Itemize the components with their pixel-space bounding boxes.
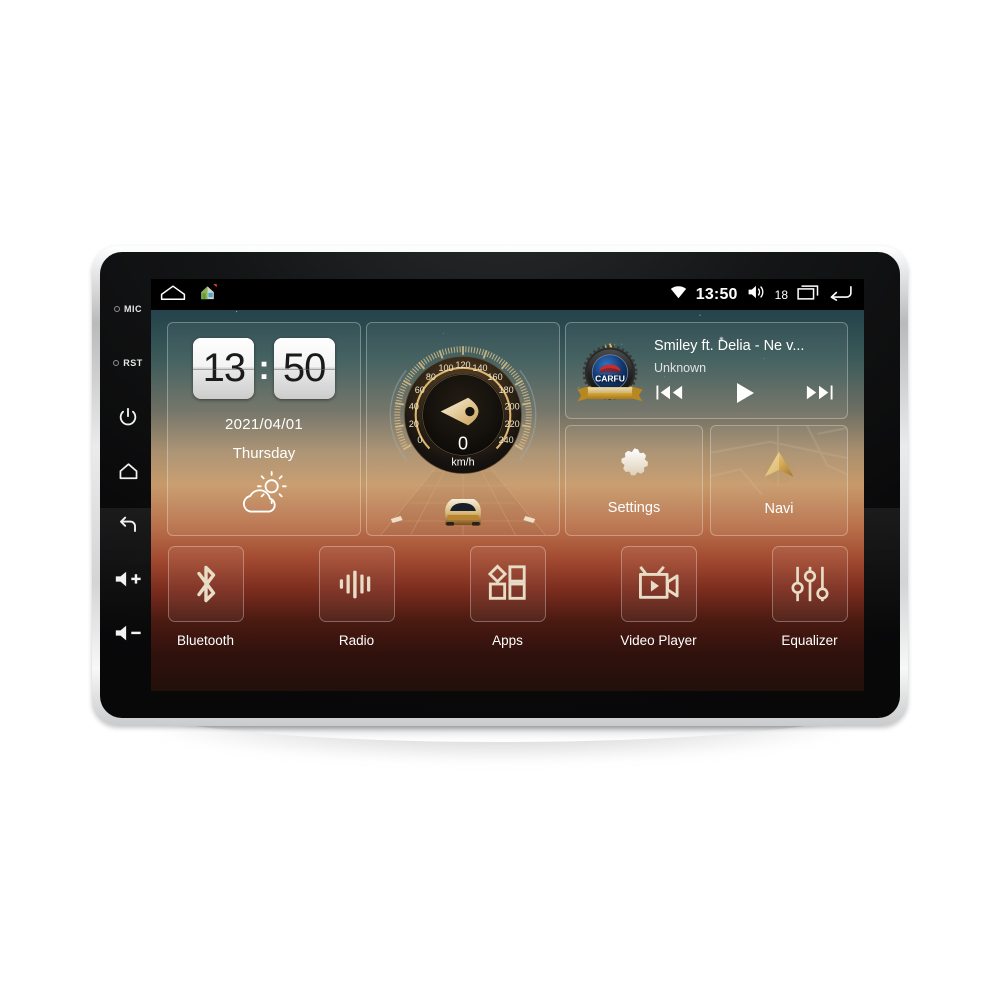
back-arrow-icon[interactable] <box>828 284 853 306</box>
arch-icon[interactable] <box>160 284 186 306</box>
carfu-logo-text: CARFU <box>595 373 625 383</box>
radio-waveform-icon <box>339 570 370 599</box>
dock-item-radio[interactable]: Radio <box>318 546 395 648</box>
reset-hole-dot <box>113 360 120 366</box>
status-time: 13:50 <box>695 285 738 303</box>
dock-label-bluetooth: Bluetooth <box>176 633 235 648</box>
settings-tile[interactable]: Settings <box>565 425 703 536</box>
svg-text:200: 200 <box>505 401 520 411</box>
reset-hole[interactable]: RST <box>104 336 152 390</box>
status-bar: 13:50 18 <box>151 279 864 310</box>
speed-unit: km/h <box>451 457 474 469</box>
navi-tile[interactable]: Navi <box>710 425 848 536</box>
next-track-button[interactable] <box>805 384 833 401</box>
lcd-screen: 13:50 18 13: 50 2021/04/01 Thursday 0 2… <box>151 279 864 691</box>
power-icon <box>119 407 137 426</box>
power-button[interactable] <box>104 390 152 444</box>
svg-text:120: 120 <box>455 360 470 370</box>
svg-text:160: 160 <box>488 372 503 382</box>
dock-icon-box <box>318 546 395 622</box>
flip-clock: 13 : 50 <box>168 338 360 399</box>
speedometer-widget[interactable]: 0 20 40 60 80 100 120 140 160 180 200 220 240 0 km/h <box>366 322 560 536</box>
back-icon <box>120 516 136 532</box>
device-front-panel: MIC RST 13:50 18 13: 50 2021/04/01 Thur… <box>100 252 900 718</box>
equalizer-sliders-icon <box>790 566 829 602</box>
clock-date: 2021/04/01 <box>224 416 304 433</box>
volume-icon[interactable] <box>747 284 766 305</box>
dock-icon-box <box>620 546 697 622</box>
track-artist: Unknown <box>654 360 707 375</box>
clock-minutes: 50 <box>273 338 335 399</box>
svg-text:100: 100 <box>438 363 453 373</box>
volume-down-icon <box>115 625 141 641</box>
dock-icon-box <box>771 546 848 622</box>
clock-widget[interactable]: 13 : 50 2021/04/01 Thursday <box>167 322 361 536</box>
recents-icon[interactable] <box>797 284 819 305</box>
wifi-icon <box>670 285 687 304</box>
track-title: Smiley ft. Delia - Ne v... <box>654 337 805 354</box>
weather-icon-wrap <box>168 471 360 515</box>
svg-text:0: 0 <box>417 435 422 445</box>
previous-track-button[interactable] <box>656 384 684 401</box>
playback-controls <box>654 382 839 404</box>
back-button[interactable] <box>104 498 152 552</box>
navi-tile-label: Navi <box>764 500 794 517</box>
clock-hours: 13 <box>193 338 255 399</box>
svg-text:180: 180 <box>499 385 514 395</box>
volume-up-icon <box>115 571 141 587</box>
mic-hole: MIC <box>104 282 152 336</box>
svg-text:40: 40 <box>409 401 419 411</box>
mic-label: MIC <box>124 304 142 314</box>
home-icon <box>119 462 137 479</box>
clock-separator: : <box>258 349 270 387</box>
volume-up-button[interactable] <box>104 552 152 606</box>
dock-icon-box <box>469 546 546 622</box>
speedometer-gauge: 0 20 40 60 80 100 120 140 160 180 200 220 240 0 km/h <box>377 329 549 506</box>
play-button[interactable] <box>735 382 755 404</box>
mic-hole-dot <box>114 306 120 312</box>
dock-item-equalizer[interactable]: Equalizer <box>771 546 848 648</box>
sun-behind-cloud-icon <box>242 471 287 513</box>
svg-text:20: 20 <box>409 419 419 429</box>
svg-text:220: 220 <box>505 419 520 429</box>
bluetooth-icon <box>196 565 215 603</box>
apps-grid-icon <box>487 564 526 600</box>
gear-icon <box>620 448 648 476</box>
hardware-button-column: MIC RST <box>104 262 152 708</box>
clock-weekday: Thursday <box>232 445 296 462</box>
screenshot-root: MIC RST 13:50 18 13: 50 2021/04/01 Thur… <box>0 0 1000 1000</box>
dock-label-radio: Radio <box>338 633 375 648</box>
video-camera-icon <box>638 565 679 599</box>
home-button[interactable] <box>104 444 152 498</box>
svg-text:140: 140 <box>473 363 488 373</box>
dock-item-video-player[interactable]: Video Player <box>620 546 697 648</box>
dock-icon-box <box>167 546 244 622</box>
dock-item-bluetooth[interactable]: Bluetooth <box>167 546 244 648</box>
dock-label-apps: Apps <box>492 633 523 648</box>
svg-text:240: 240 <box>499 435 514 445</box>
svg-text:80: 80 <box>426 372 436 382</box>
settings-tile-label: Settings <box>607 500 661 516</box>
carfu-badge-icon: CARFU <box>577 342 643 401</box>
house-badge-icon[interactable] <box>199 283 218 306</box>
volume-level: 18 <box>774 287 788 302</box>
speed-value: 0 <box>458 433 468 453</box>
bottom-dock: Bluetooth Radio Apps Video Player Equali… <box>167 546 848 676</box>
dock-item-apps[interactable]: Apps <box>469 546 546 648</box>
dock-label-video-player: Video Player <box>620 633 697 648</box>
music-metadata: Smiley ft. Delia - Ne v... Unknown <box>647 338 847 404</box>
music-player-widget[interactable]: CARFU Smiley ft. Delia - Ne v... Unknown <box>565 322 848 419</box>
volume-down-button[interactable] <box>104 606 152 660</box>
navigation-arrow-icon <box>764 451 794 484</box>
svg-text:60: 60 <box>415 385 425 395</box>
dock-label-equalizer: Equalizer <box>781 633 838 648</box>
reset-label: RST <box>123 358 143 368</box>
